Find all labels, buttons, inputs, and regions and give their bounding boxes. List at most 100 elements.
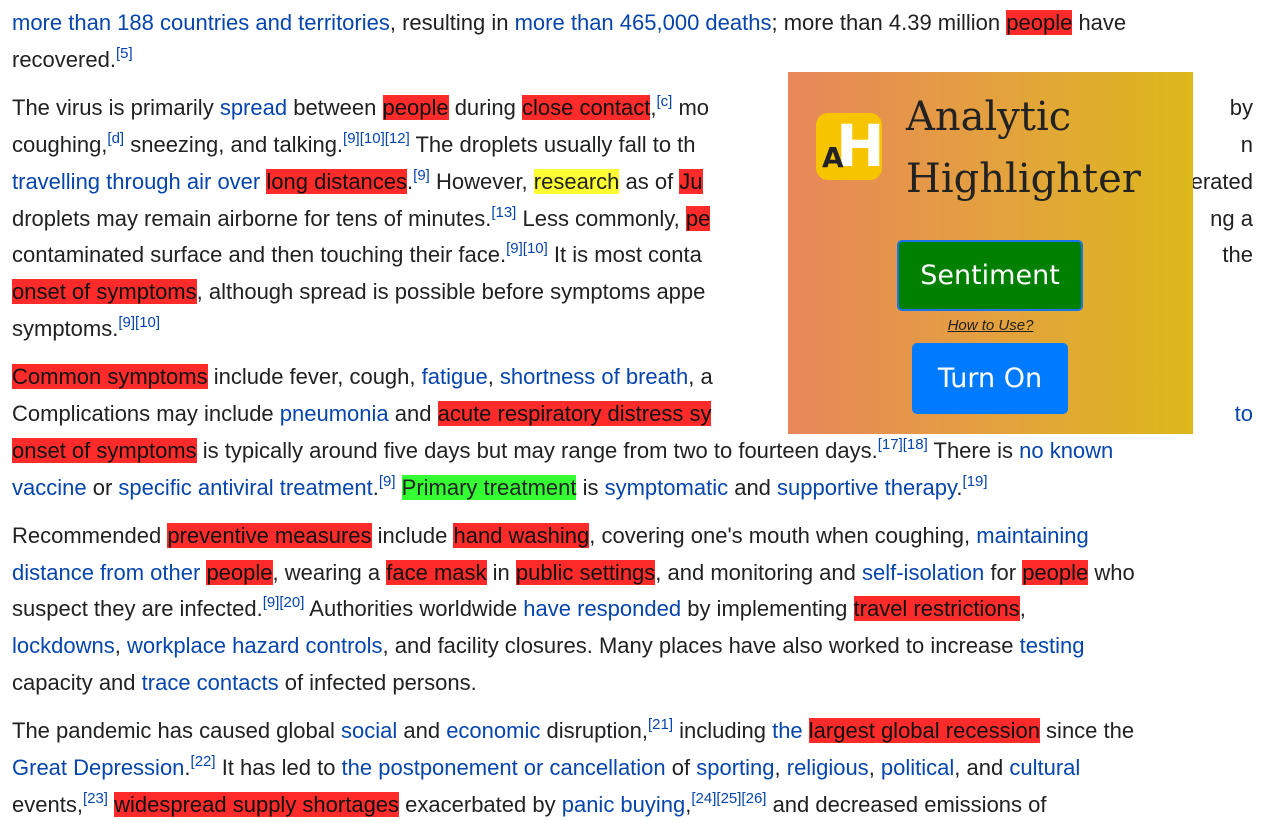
- sentiment-button[interactable]: Sentiment: [897, 240, 1083, 311]
- text: mo: [672, 95, 710, 120]
- text-line: erated: [1191, 167, 1253, 197]
- link[interactable]: lockdowns: [12, 633, 115, 658]
- link[interactable]: maintaining: [976, 523, 1089, 548]
- citation-link[interactable]: [9]: [379, 473, 396, 490]
- text-line: contaminated surface and then touching t…: [12, 240, 702, 270]
- text: sneezing, and talking.: [124, 132, 344, 157]
- text: , covering one's mouth when coughing,: [589, 523, 977, 548]
- text: , a: [688, 364, 713, 389]
- link[interactable]: have responded: [523, 596, 681, 621]
- text: Complications may include: [12, 401, 280, 426]
- text-line: onset of symptoms, although spread is po…: [12, 277, 705, 307]
- text: The droplets usually fall to th: [409, 132, 696, 157]
- citation-link[interactable]: [17][18]: [878, 436, 928, 453]
- text: n: [1240, 132, 1253, 157]
- text-line: Great Depression.[22] It has led to the …: [12, 753, 1080, 783]
- citation-link[interactable]: [13]: [491, 204, 516, 221]
- text-line: The virus is primarily spread between pe…: [12, 93, 709, 123]
- text: contaminated surface and then touching t…: [12, 242, 507, 267]
- citation-link[interactable]: [24][25][26]: [691, 790, 766, 807]
- text: There is: [927, 438, 1020, 463]
- text: Authorities worldwide: [304, 596, 524, 621]
- link[interactable]: travelling through air over: [12, 169, 260, 194]
- link[interactable]: specific antiviral treatment: [118, 475, 372, 500]
- link[interactable]: sporting: [696, 755, 774, 780]
- text: exacerbated by: [399, 792, 562, 817]
- text: , wearing a: [272, 560, 387, 585]
- text: It has led to: [215, 755, 342, 780]
- link[interactable]: Great Depression: [12, 755, 184, 780]
- citation-link[interactable]: [9][10]: [118, 314, 160, 331]
- link[interactable]: pneumonia: [280, 401, 389, 426]
- link[interactable]: the postponement or cancellation: [342, 755, 666, 780]
- link[interactable]: testing: [1020, 633, 1085, 658]
- text: , and monitoring and: [655, 560, 862, 585]
- text-line: The pandemic has caused global social an…: [12, 716, 1134, 746]
- link[interactable]: workplace hazard controls: [127, 633, 383, 658]
- text: since the: [1039, 718, 1135, 743]
- citation-link[interactable]: [9]: [413, 167, 430, 184]
- citation-link[interactable]: [c]: [657, 93, 673, 110]
- text: The virus is primarily: [12, 95, 220, 120]
- link[interactable]: economic: [446, 718, 540, 743]
- link[interactable]: more than 188 countries and territories: [12, 10, 390, 35]
- link[interactable]: religious: [787, 755, 869, 780]
- text-line: ng a: [1210, 204, 1253, 234]
- link[interactable]: supportive therapy: [777, 475, 956, 500]
- text: in: [486, 560, 516, 585]
- link[interactable]: symptomatic: [605, 475, 728, 500]
- link[interactable]: to: [1235, 401, 1253, 426]
- link[interactable]: fatigue: [422, 364, 488, 389]
- link[interactable]: spread: [220, 95, 287, 120]
- negative-highlight: Common symptoms: [12, 364, 208, 389]
- text: ,: [114, 633, 127, 658]
- text-line: more than 188 countries and territories,…: [12, 8, 1126, 38]
- link[interactable]: the: [772, 718, 803, 743]
- text: coughing,: [12, 132, 108, 157]
- citation-link[interactable]: [9][10][12]: [343, 130, 410, 147]
- text: , and facility closures. Many places hav…: [382, 633, 1020, 658]
- link[interactable]: trace contacts: [142, 670, 279, 695]
- link[interactable]: distance from other: [12, 560, 200, 585]
- link[interactable]: panic buying: [562, 792, 686, 817]
- link[interactable]: no known: [1019, 438, 1113, 463]
- text-line: Complications may include pneumonia and …: [12, 399, 712, 429]
- negative-highlight: preventive measures: [167, 523, 372, 548]
- text: by implementing: [681, 596, 854, 621]
- text-line: Recommended preventive measures include …: [12, 521, 1089, 551]
- text: ,: [487, 364, 500, 389]
- text: during: [448, 95, 522, 120]
- citation-link[interactable]: [9][20]: [263, 594, 305, 611]
- text-line: onset of symptoms is typically around fi…: [12, 436, 1113, 466]
- citation-link[interactable]: [22]: [191, 753, 216, 770]
- text-line: n: [1241, 130, 1253, 160]
- extension-popup: H A Analytic Highlighter Sentiment How t…: [788, 72, 1193, 434]
- negative-highlight: acute respiratory distress sy: [437, 401, 712, 426]
- link[interactable]: political: [881, 755, 954, 780]
- text: droplets may remain airborne for tens of…: [12, 206, 492, 231]
- citation-link[interactable]: [d]: [107, 130, 124, 147]
- text: However,: [429, 169, 534, 194]
- text: is: [576, 475, 605, 500]
- negative-highlight: onset of symptoms: [12, 279, 197, 304]
- text: and: [388, 401, 438, 426]
- turn-on-button[interactable]: Turn On: [912, 343, 1068, 414]
- citation-link[interactable]: [21]: [648, 716, 673, 733]
- link[interactable]: more than 465,000 deaths: [515, 10, 772, 35]
- text: Recommended: [12, 523, 168, 548]
- negative-highlight: travel restrictions: [853, 596, 1020, 621]
- text: include fever, cough,: [207, 364, 422, 389]
- link[interactable]: self-isolation: [862, 560, 984, 585]
- citation-link[interactable]: [23]: [83, 790, 108, 807]
- link[interactable]: cultural: [1009, 755, 1080, 780]
- link[interactable]: social: [341, 718, 397, 743]
- how-to-use-link[interactable]: How to Use?: [788, 317, 1193, 334]
- citation-link[interactable]: [9][10]: [506, 240, 548, 257]
- popup-title: Analytic Highlighter: [906, 86, 1141, 210]
- text-line: symptoms.[9][10]: [12, 314, 160, 344]
- citation-link[interactable]: [5]: [116, 45, 133, 62]
- link[interactable]: shortness of breath: [500, 364, 688, 389]
- text: disruption,: [540, 718, 648, 743]
- link[interactable]: vaccine: [12, 475, 87, 500]
- citation-link[interactable]: [19]: [963, 473, 988, 490]
